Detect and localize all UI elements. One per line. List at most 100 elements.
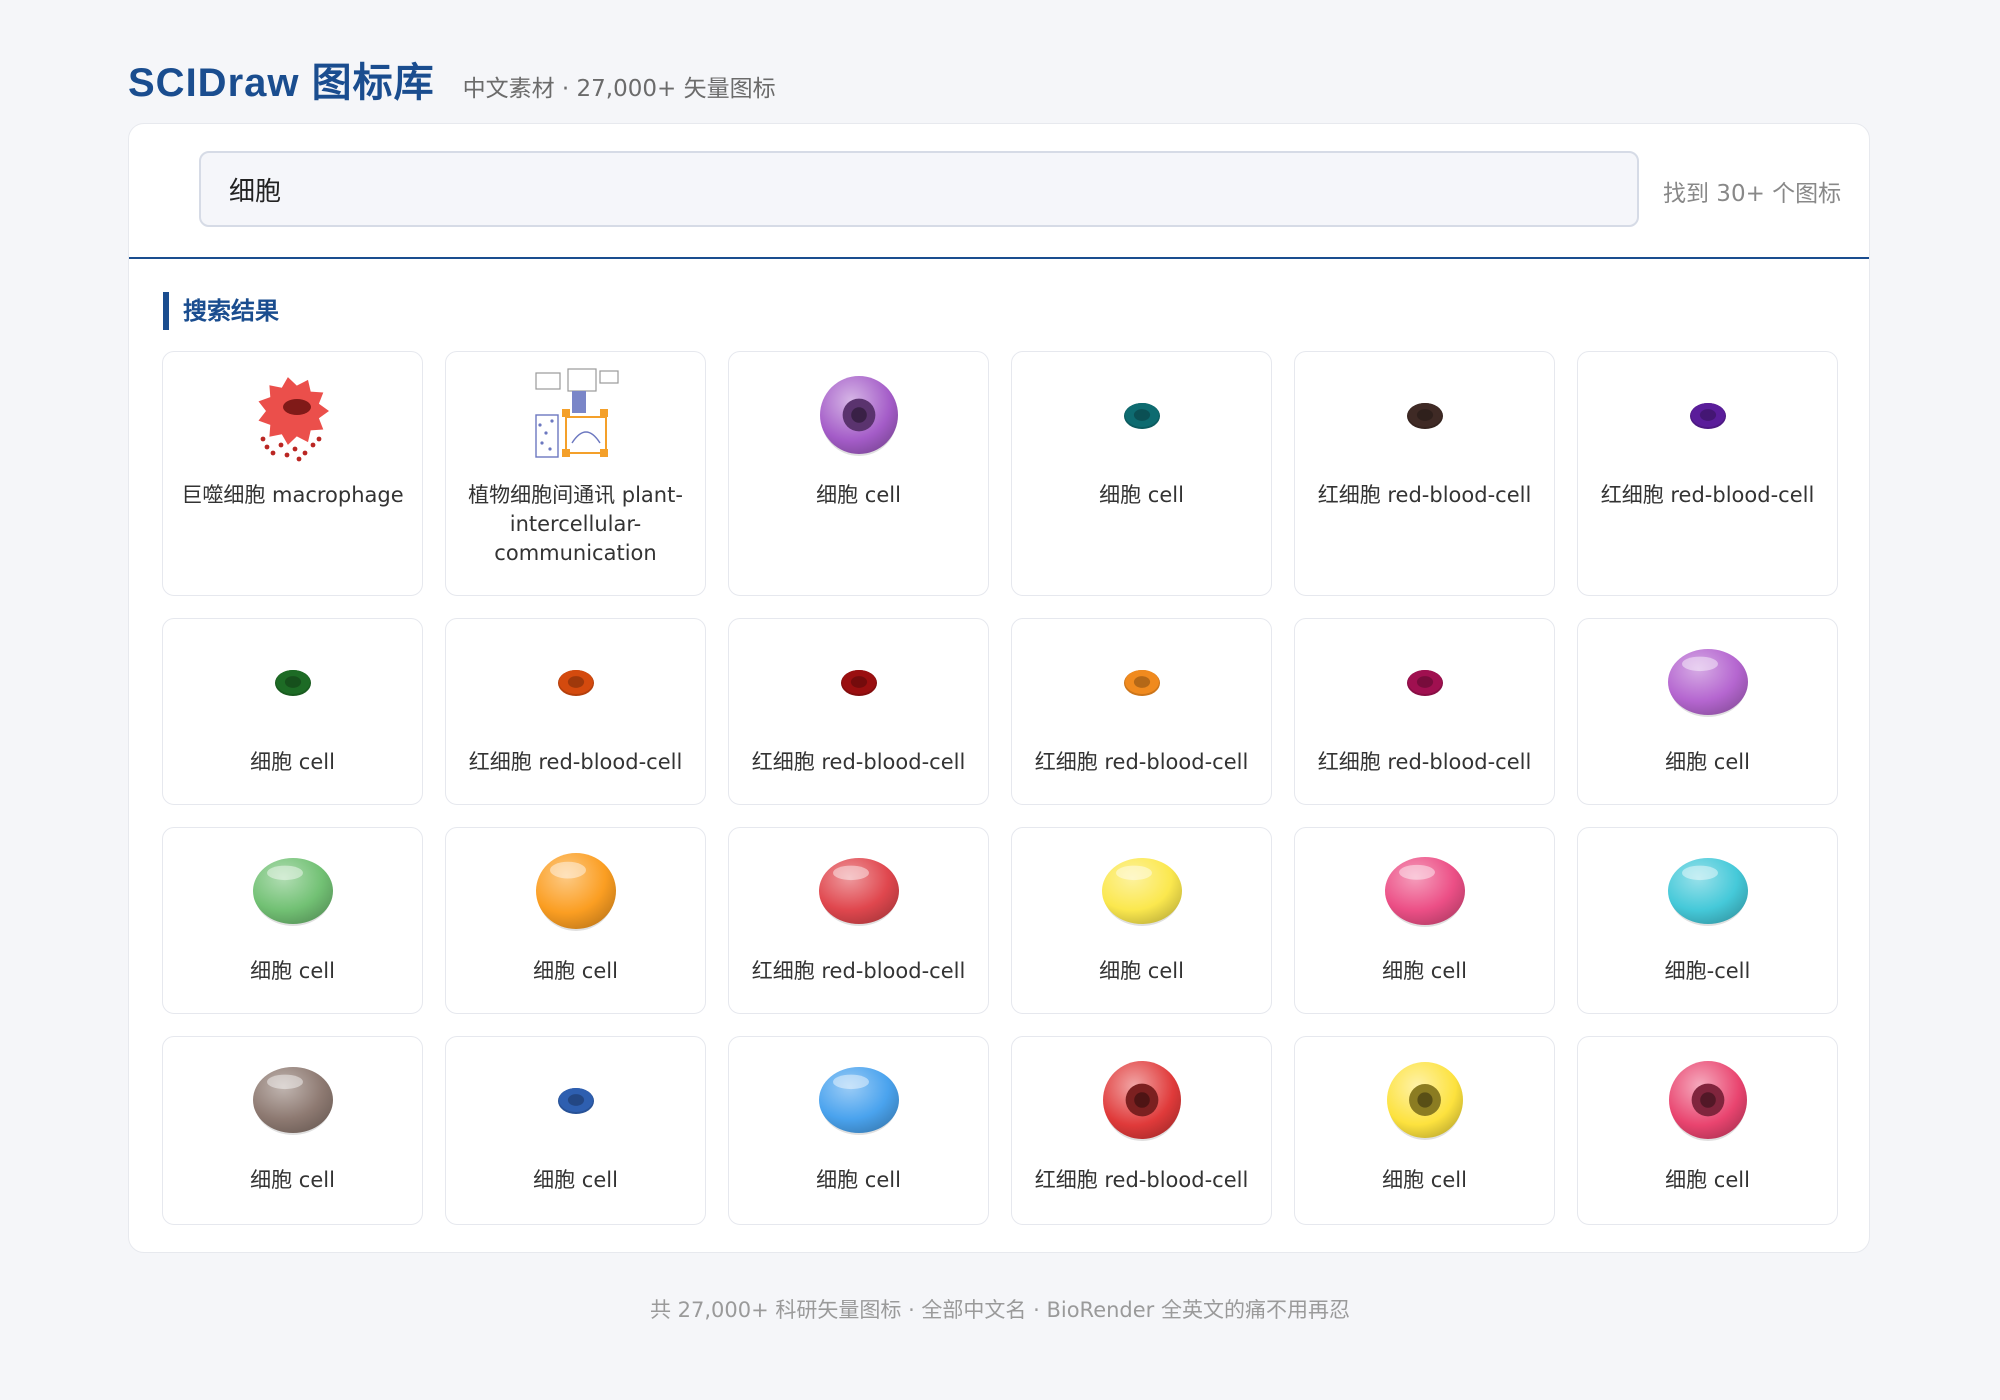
red-blood-cell-icon — [1406, 403, 1443, 429]
cell-icon — [1578, 619, 1837, 745]
result-card-label: 植物细胞间通讯 plant-intercellular-communicatio… — [468, 483, 683, 565]
red-blood-cell-icon — [1102, 1061, 1181, 1141]
macrophage-icon — [258, 377, 329, 462]
search-input[interactable] — [227, 173, 1637, 205]
cell-icon — [1386, 1062, 1463, 1140]
cell-icon — [1101, 858, 1182, 926]
divider — [129, 257, 1869, 259]
results-panel: 找到 30+ 个图标 搜索结果 巨噬细胞 macrophage 植物细胞间通讯 p… — [128, 123, 1870, 1253]
result-card-label: 细胞 cell — [250, 750, 335, 774]
result-card[interactable]: 细胞 cell — [445, 827, 706, 1014]
result-card[interactable]: 细胞 cell — [1577, 1036, 1838, 1225]
cell-icon — [1668, 1061, 1747, 1141]
cell-icon — [1012, 352, 1271, 478]
cell-icon — [446, 828, 705, 954]
red-blood-cell-icon — [1295, 619, 1554, 745]
cell-icon — [274, 670, 311, 696]
red-blood-cell-icon — [1578, 352, 1837, 478]
cell-icon — [818, 1067, 899, 1135]
cell-icon — [1123, 403, 1160, 429]
cell-icon — [163, 1037, 422, 1163]
results-grid: 巨噬细胞 macrophage 植物细胞间通讯 plant-intercellul… — [162, 351, 1840, 1225]
result-card-label: 细胞 cell — [1099, 483, 1184, 507]
result-card[interactable]: 巨噬细胞 macrophage — [162, 351, 423, 596]
red-blood-cell-icon — [1012, 619, 1271, 745]
result-card[interactable]: 细胞 cell — [728, 1036, 989, 1225]
result-card-label: 细胞 cell — [533, 1168, 618, 1192]
result-card[interactable]: 细胞 cell — [1294, 827, 1555, 1014]
result-card-label: 细胞 cell — [816, 1168, 901, 1192]
result-card-label: 细胞 cell — [1382, 959, 1467, 983]
red-blood-cell-icon — [1406, 670, 1443, 696]
red-blood-cell-icon — [729, 828, 988, 954]
search-bar[interactable] — [199, 151, 1639, 227]
result-card[interactable]: 红细胞 red-blood-cell — [1577, 351, 1838, 596]
plant-intercellular-communication-icon — [446, 352, 705, 478]
cell-icon — [252, 1067, 333, 1135]
red-blood-cell-icon — [729, 619, 988, 745]
result-card-label: 细胞-cell — [1664, 959, 1751, 983]
footer-text: 共 27,000+ 科研矢量图标 · 全部中文名 · BioRender 全英文… — [649, 1298, 1350, 1322]
result-card[interactable]: 红细胞 red-blood-cell — [728, 618, 989, 805]
cell-icon — [729, 1037, 988, 1163]
result-card[interactable]: 细胞 cell — [728, 351, 989, 596]
red-blood-cell-icon — [446, 619, 705, 745]
cell-icon — [163, 619, 422, 745]
result-card-label: 红细胞 red-blood-cell — [751, 750, 966, 774]
result-card-label: 红细胞 red-blood-cell — [468, 750, 683, 774]
red-blood-cell-icon — [818, 858, 899, 926]
macrophage-icon — [163, 352, 422, 478]
cell-icon — [1295, 1037, 1554, 1163]
cell-icon — [1012, 828, 1271, 954]
result-card[interactable]: 细胞 cell — [1294, 1036, 1555, 1225]
result-card-label: 红细胞 red-blood-cell — [1317, 483, 1532, 507]
result-card-label: 细胞 cell — [250, 959, 335, 983]
result-card-label: 细胞 cell — [1665, 1168, 1750, 1192]
cell-icon — [1667, 858, 1748, 926]
result-card-label: 细胞 cell — [533, 959, 618, 983]
result-card[interactable]: 植物细胞间通讯 plant-intercellular-communicatio… — [445, 351, 706, 596]
result-card-label: 细胞 cell — [1099, 959, 1184, 983]
result-card-label: 细胞 cell — [816, 483, 901, 507]
page-header: SCIDraw 图标库 中文素材 · 27,000+ 矢量图标 — [128, 50, 776, 108]
result-card[interactable]: 细胞 cell — [445, 1036, 706, 1225]
cell-icon — [729, 352, 988, 478]
result-card[interactable]: 红细胞 red-blood-cell — [1294, 351, 1555, 596]
cell-icon — [1667, 649, 1748, 717]
cell-icon — [819, 376, 898, 456]
result-card[interactable]: 细胞 cell — [1011, 351, 1272, 596]
result-card[interactable]: 红细胞 red-blood-cell — [1011, 618, 1272, 805]
result-card[interactable]: 细胞 cell — [162, 1036, 423, 1225]
result-card[interactable]: 细胞 cell — [1577, 618, 1838, 805]
result-card[interactable]: 细胞-cell — [1577, 827, 1838, 1014]
cell-icon — [1384, 857, 1465, 927]
cell-icon — [535, 853, 616, 931]
plant-intercellular-communication-icon — [534, 368, 619, 458]
brand-title[interactable]: SCIDraw 图标库 — [128, 50, 435, 108]
cell-icon — [1578, 828, 1837, 954]
red-blood-cell-icon — [1295, 352, 1554, 478]
red-blood-cell-icon — [1012, 1037, 1271, 1163]
cell-icon — [252, 858, 333, 926]
result-card[interactable]: 细胞 cell — [1011, 827, 1272, 1014]
result-card-label: 红细胞 red-blood-cell — [751, 959, 966, 983]
result-card-label: 红细胞 red-blood-cell — [1034, 750, 1249, 774]
result-card-label: 细胞 cell — [250, 1168, 335, 1192]
result-card[interactable]: 红细胞 red-blood-cell — [728, 827, 989, 1014]
brand-subtitle: 中文素材 · 27,000+ 矢量图标 — [462, 76, 776, 102]
result-card[interactable]: 红细胞 red-blood-cell — [445, 618, 706, 805]
result-card-label: 巨噬细胞 macrophage — [181, 483, 404, 507]
cell-icon — [557, 1088, 594, 1114]
result-card-label: 细胞 cell — [1382, 1168, 1467, 1192]
cell-icon — [1295, 828, 1554, 954]
result-card[interactable]: 细胞 cell — [162, 618, 423, 805]
result-card[interactable]: 细胞 cell — [162, 827, 423, 1014]
red-blood-cell-icon — [840, 670, 877, 696]
result-count: 找到 30+ 个图标 — [1663, 181, 1842, 207]
result-card[interactable]: 红细胞 red-blood-cell — [1294, 618, 1555, 805]
cell-icon — [1578, 1037, 1837, 1163]
cell-icon — [163, 828, 422, 954]
cell-icon — [446, 1037, 705, 1163]
result-card[interactable]: 红细胞 red-blood-cell — [1011, 1036, 1272, 1225]
red-blood-cell-icon — [1689, 403, 1726, 429]
